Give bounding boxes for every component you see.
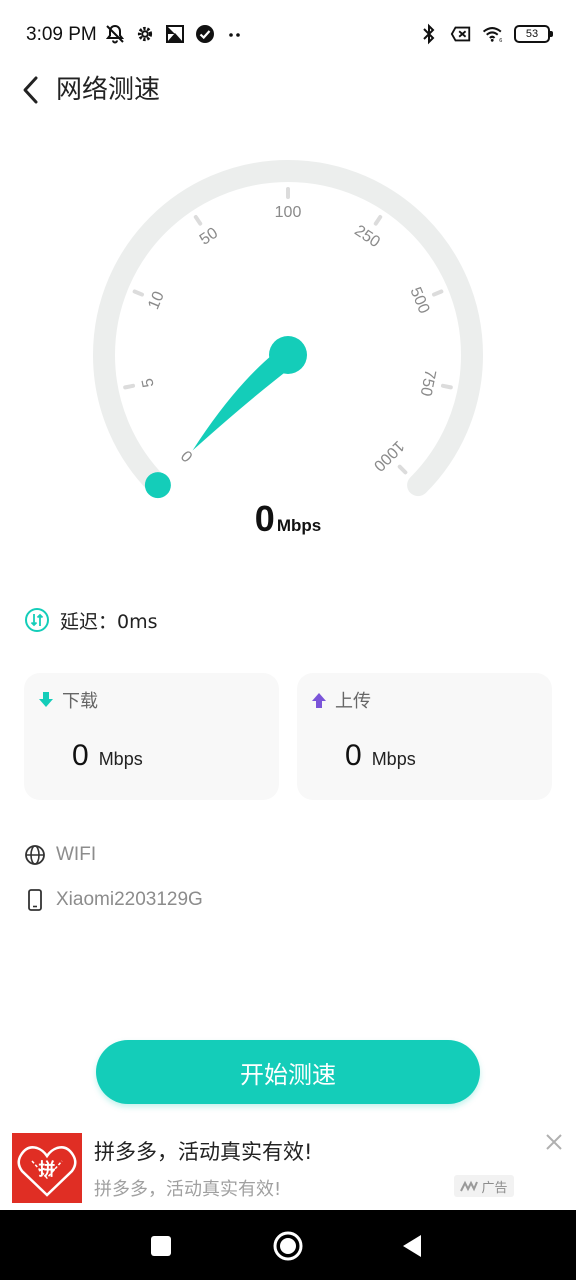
- gauge-tick-label: 5: [139, 377, 157, 389]
- battery-level: 53: [525, 28, 539, 40]
- start-test-button[interactable]: 开始测速: [96, 1040, 480, 1104]
- status-bar: 3:09 PM 6 53: [0, 0, 576, 70]
- gallery-icon: [164, 22, 186, 46]
- upload-unit: Mbps: [371, 749, 416, 769]
- download-label: 下载: [62, 691, 98, 712]
- start-test-label: 开始测速: [240, 1060, 336, 1089]
- download-header: 下载: [38, 687, 98, 713]
- latency-icon: [25, 608, 49, 632]
- gauge-tick-label: 100: [275, 204, 302, 221]
- page-title: 网络测速: [56, 75, 161, 105]
- speed-test-screen: 3:09 PM 6 53 网络测速 0 5 10 50 100 250 500 …: [0, 0, 576, 1280]
- back-icon: [403, 1235, 421, 1257]
- gauge-tick: [123, 383, 136, 390]
- ad-tag: 广告: [454, 1175, 514, 1197]
- chevron-left-icon: [23, 76, 38, 104]
- ad-banner[interactable]: 拼 拼多多，活动真实有效! 拼多多，活动真实有效! 广告: [0, 1124, 576, 1210]
- gauge-ticks: [123, 187, 453, 475]
- gauge-progress-dot: [144, 472, 171, 499]
- phone-icon: [28, 889, 42, 911]
- device-row: Xiaomi2203129G: [24, 886, 203, 914]
- speed-value: 0: [254, 498, 275, 539]
- globe-icon: [25, 845, 45, 865]
- upload-arrow-icon: [312, 693, 326, 708]
- ad-subtitle: 拼多多，活动真实有效!: [94, 1179, 282, 1200]
- upload-header: 上传: [311, 687, 371, 713]
- gear-icon: [134, 22, 156, 46]
- upload-value: 0: [345, 739, 362, 772]
- ad-title: 拼多多，活动真实有效!: [94, 1140, 313, 1164]
- upload-card: 上传 0 Mbps: [297, 673, 552, 800]
- close-icon: [546, 1134, 562, 1150]
- gauge-tick: [440, 383, 453, 390]
- network-type: WIFI: [56, 844, 97, 865]
- status-time: 3:09 PM: [26, 24, 97, 45]
- gauge-tick: [132, 289, 145, 297]
- status-icons-right: 6 53: [418, 22, 553, 46]
- dnd-bell-icon: [104, 22, 126, 46]
- upload-value-row: 0 Mbps: [345, 739, 416, 773]
- ad-logo-mark: 拼: [39, 1159, 56, 1180]
- title-bar: 网络测速: [0, 64, 576, 116]
- home-icon: [273, 1231, 303, 1261]
- sim-off-icon: [450, 22, 472, 46]
- network-type-row: WIFI: [24, 841, 96, 869]
- gauge-tick-label: 10: [145, 289, 168, 312]
- speed-readout: 0 Mbps: [0, 498, 576, 540]
- gauge-tick: [373, 214, 383, 226]
- bluetooth-icon: [418, 22, 440, 46]
- home-button[interactable]: [266, 1224, 310, 1268]
- download-arrow-icon: [39, 692, 53, 707]
- check-badge-icon: [194, 22, 216, 46]
- system-nav-bar: [0, 1210, 576, 1280]
- gauge-dial: 0510501002505007501000: [93, 160, 483, 499]
- gauge-tick-label: 250: [351, 222, 383, 251]
- back-button[interactable]: [14, 72, 48, 108]
- svg-text:6: 6: [499, 38, 502, 44]
- status-icons-left: [104, 22, 246, 46]
- ad-logo: 拼: [12, 1133, 82, 1203]
- wifi-icon: 6: [482, 22, 504, 46]
- ad-tag-label: 广告: [481, 1180, 508, 1196]
- gauge-needle: [144, 336, 307, 499]
- needle-hub: [269, 336, 307, 374]
- nav-back-button[interactable]: [390, 1224, 434, 1268]
- speed-unit: Mbps: [276, 516, 322, 535]
- download-value-row: 0 Mbps: [72, 739, 143, 773]
- speed-gauge: 0 5 10 50 100 250 500 750 1000 0 Mbps: [0, 120, 576, 560]
- latency-row: 延迟：0ms: [24, 604, 158, 636]
- download-card: 下载 0 Mbps: [24, 673, 279, 800]
- gauge-tick: [431, 289, 444, 297]
- more-dots-icon: [224, 22, 246, 46]
- latency-text: 延迟：0ms: [60, 610, 158, 633]
- battery-icon: 53: [514, 25, 553, 43]
- ad-close-button[interactable]: [542, 1130, 566, 1154]
- ad-network-icon: [460, 1180, 479, 1192]
- gauge-tick-label: 500: [406, 285, 432, 316]
- download-value: 0: [72, 739, 89, 772]
- gauge-tick: [397, 464, 408, 475]
- recents-button[interactable]: [139, 1224, 183, 1268]
- download-unit: Mbps: [98, 749, 143, 769]
- gauge-tick-label: 50: [197, 225, 221, 249]
- gauge-tick-label: 750: [417, 368, 439, 398]
- upload-label: 上传: [335, 691, 371, 712]
- recents-icon: [151, 1236, 171, 1256]
- device-name: Xiaomi2203129G: [56, 889, 203, 910]
- gauge-tick: [193, 214, 203, 226]
